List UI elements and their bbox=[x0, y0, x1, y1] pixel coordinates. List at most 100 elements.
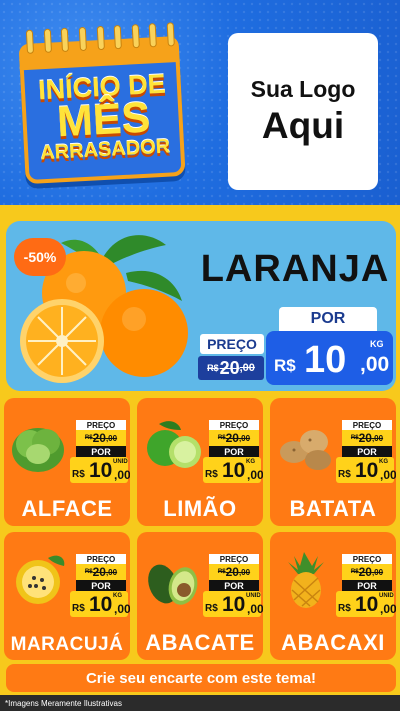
new-price-integer: 10 bbox=[355, 459, 379, 482]
old-price-label: PREÇO bbox=[76, 554, 126, 564]
new-price: R$ 10 UNID ,00 bbox=[336, 591, 396, 617]
old-price-cents: ,00 bbox=[239, 362, 255, 374]
new-price-unit: UNID bbox=[379, 593, 394, 599]
new-price-label: POR bbox=[209, 446, 259, 457]
old-price-currency: R$ bbox=[217, 569, 226, 575]
old-price: R$ 20,00 bbox=[76, 564, 126, 580]
new-price-integer: 10 bbox=[355, 593, 379, 616]
new-price-unit: UNID bbox=[113, 459, 128, 465]
product-name: ABACATE bbox=[145, 630, 255, 655]
old-price-integer: 20 bbox=[92, 565, 106, 579]
new-price-cents: ,00 bbox=[380, 468, 396, 482]
lime-icon bbox=[147, 421, 201, 468]
old-price-cents: ,00 bbox=[371, 433, 384, 443]
new-price-unit: KG bbox=[370, 339, 384, 349]
new-price-unit: KG bbox=[113, 593, 122, 599]
old-price-currency: R$ bbox=[84, 435, 93, 441]
illustrative-images-note: *Imagens Meramente Ilustrativas bbox=[0, 695, 400, 711]
new-price-integer: 10 bbox=[89, 459, 113, 482]
create-flyer-button[interactable]: Crie seu encarte com este tema! bbox=[6, 664, 396, 692]
new-price-cents: ,00 bbox=[360, 353, 390, 376]
old-price-cents: ,00 bbox=[105, 433, 118, 443]
old-price-cents: ,00 bbox=[371, 567, 384, 577]
product-name: ABACAXI bbox=[281, 630, 385, 655]
product-name: ALFACE bbox=[21, 496, 113, 521]
product-card-limao[interactable]: PREÇO R$ 20,00 POR R$ 10 KG ,00 LIMÃO bbox=[137, 398, 263, 526]
product-name: MARACUJÁ bbox=[10, 634, 124, 655]
product-card-alface[interactable]: PREÇO R$ 20,00 POR R$ 10 UNID ,00 ALFACE bbox=[4, 398, 130, 526]
old-price: R$ 20 ,00 bbox=[198, 356, 264, 380]
product-card-abacaxi[interactable]: PREÇO R$ 20,00 POR R$ 10 UNID ,00 ABACAXI bbox=[270, 532, 396, 660]
logo-text-line1: Sua Logo bbox=[250, 76, 356, 102]
header-banner: INÍCIO DE MÊS ARRASADOR Sua Logo Aqui bbox=[0, 0, 400, 205]
new-price-label: POR bbox=[209, 580, 259, 591]
old-price: R$ 20,00 bbox=[209, 564, 259, 580]
passion-fruit-icon bbox=[16, 555, 65, 604]
old-price: R$ 20,00 bbox=[76, 430, 126, 446]
new-price-unit: KG bbox=[246, 459, 255, 465]
campaign-calendar-badge: INÍCIO DE MÊS ARRASADOR bbox=[14, 22, 192, 187]
featured-product-name: LARANJA bbox=[200, 248, 390, 290]
new-price-currency: R$ bbox=[338, 603, 351, 614]
old-price-currency: R$ bbox=[84, 569, 93, 575]
old-price: R$ 20,00 bbox=[209, 430, 259, 446]
new-price-currency: R$ bbox=[274, 356, 296, 375]
new-price-unit: KG bbox=[379, 459, 388, 465]
new-price-label: POR bbox=[342, 580, 392, 591]
new-price: R$ 10 KG ,00 bbox=[203, 457, 263, 483]
old-price-currency: R$ bbox=[350, 569, 359, 575]
pineapple-icon bbox=[288, 552, 324, 608]
old-price-label: PREÇO bbox=[342, 420, 392, 430]
new-price-cents: ,00 bbox=[114, 468, 130, 482]
new-price-cents: ,00 bbox=[247, 468, 263, 482]
potato-icon bbox=[280, 430, 331, 470]
old-price-integer: 20 bbox=[92, 431, 106, 445]
new-price-label: POR bbox=[279, 307, 377, 331]
new-price-cents: ,00 bbox=[247, 602, 263, 616]
new-price-currency: R$ bbox=[338, 469, 351, 480]
new-price-integer: 10 bbox=[89, 593, 113, 616]
old-price-label: PREÇO bbox=[200, 334, 264, 354]
old-price-currency: R$ bbox=[350, 435, 359, 441]
product-card-abacate[interactable]: PREÇO R$ 20,00 POR R$ 10 UNID ,00 ABACATE bbox=[137, 532, 263, 660]
lettuce-icon bbox=[12, 428, 64, 472]
old-price-label: PREÇO bbox=[76, 420, 126, 430]
new-price: R$ 10 KG ,00 bbox=[266, 331, 393, 385]
new-price-cents: ,00 bbox=[114, 602, 130, 616]
old-price-integer: 20 bbox=[225, 565, 239, 579]
product-card-maracuja[interactable]: PREÇO R$ 20,00 POR R$ 10 KG ,00 MARACUJÁ bbox=[4, 532, 130, 660]
old-price: R$ 20,00 bbox=[342, 564, 392, 580]
new-price-integer: 10 bbox=[222, 459, 246, 482]
avocado-icon bbox=[148, 564, 198, 605]
product-name: LIMÃO bbox=[163, 496, 237, 521]
new-price-integer: 10 bbox=[304, 339, 347, 381]
old-price-integer: 20 bbox=[358, 431, 372, 445]
logo-placeholder[interactable]: Sua Logo Aqui bbox=[228, 33, 378, 190]
product-name: BATATA bbox=[289, 496, 377, 521]
old-price-cents: ,00 bbox=[238, 433, 251, 443]
old-price-currency: R$ bbox=[217, 435, 226, 441]
new-price: R$ 10 KG ,00 bbox=[70, 591, 130, 617]
divider-stripe bbox=[0, 205, 400, 219]
discount-badge: -50% bbox=[14, 238, 66, 276]
new-price-unit: UNID bbox=[246, 593, 261, 599]
campaign-title: INÍCIO DE MÊS ARRASADOR bbox=[16, 69, 190, 165]
new-price-label: POR bbox=[342, 446, 392, 457]
old-price-currency: R$ bbox=[207, 363, 219, 373]
old-price-cents: ,00 bbox=[105, 567, 118, 577]
old-price-integer: 20 bbox=[225, 431, 239, 445]
new-price-label: POR bbox=[76, 580, 126, 591]
old-price-label: PREÇO bbox=[209, 420, 259, 430]
old-price-integer: 20 bbox=[219, 357, 240, 378]
new-price-cents: ,00 bbox=[380, 602, 396, 616]
new-price-currency: R$ bbox=[72, 603, 85, 614]
old-price-label: PREÇO bbox=[209, 554, 259, 564]
old-price: R$ 20,00 bbox=[342, 430, 392, 446]
new-price: R$ 10 UNID ,00 bbox=[203, 591, 263, 617]
new-price-integer: 10 bbox=[222, 593, 246, 616]
old-price-label: PREÇO bbox=[342, 554, 392, 564]
new-price: R$ 10 KG ,00 bbox=[336, 457, 396, 483]
new-price-currency: R$ bbox=[205, 469, 218, 480]
product-card-batata[interactable]: PREÇO R$ 20,00 POR R$ 10 KG ,00 BATATA bbox=[270, 398, 396, 526]
old-price-integer: 20 bbox=[358, 565, 372, 579]
